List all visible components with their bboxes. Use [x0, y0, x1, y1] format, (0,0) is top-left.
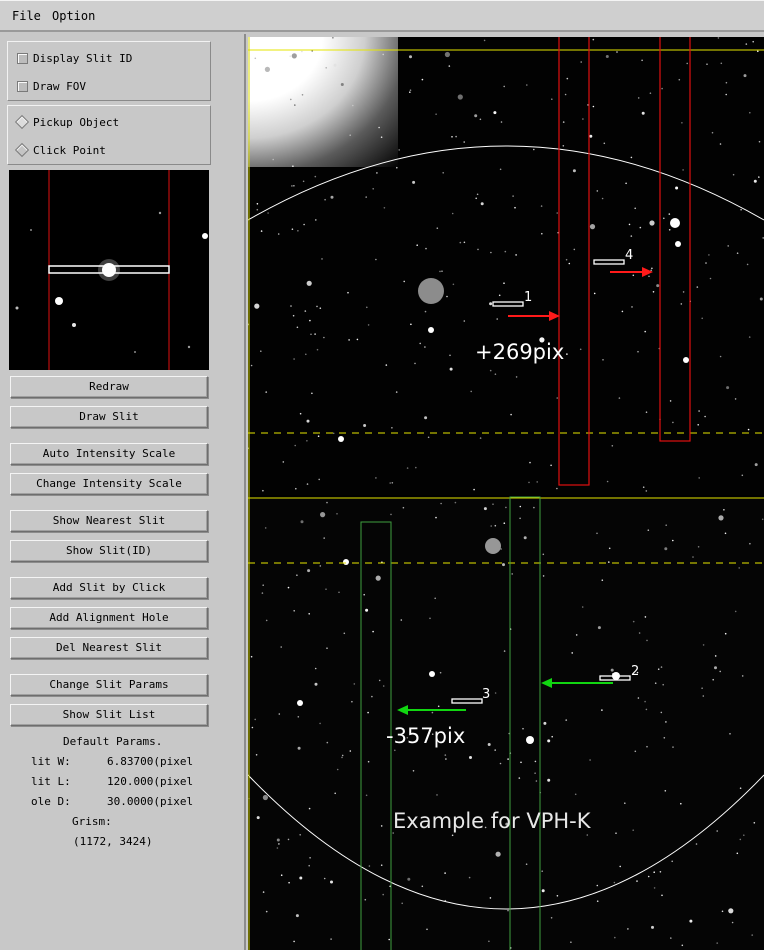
slit-marker-1[interactable] — [492, 301, 524, 307]
grism-value: (1172, 3424) — [73, 835, 153, 848]
zoom-preview-image — [15, 170, 208, 370]
fov-circle-upper — [248, 145, 764, 221]
param-value: 6.83700(pixel — [107, 755, 194, 768]
params-heading: Default Params. — [63, 735, 163, 748]
param-value: 30.0000(pixel — [107, 795, 194, 808]
slit-id-label: 4 — [625, 248, 634, 263]
zoom-preview[interactable] — [9, 170, 209, 370]
slit-footprint-4[interactable] — [659, 37, 691, 442]
checkbox-icon — [17, 52, 28, 64]
click-point-label: Click Point — [33, 143, 106, 157]
display-slit-id-checkbox[interactable]: Display Slit ID — [17, 50, 132, 66]
param-label: lit W: — [31, 755, 71, 768]
add-slit-by-click-button[interactable]: Add Slit by Click — [10, 577, 208, 599]
radio-icon — [14, 142, 30, 158]
slit-id-label: 3 — [482, 687, 491, 702]
shift-label-bottom: -357pix — [386, 724, 466, 748]
auto-intensity-scale-button[interactable]: Auto Intensity Scale — [10, 443, 208, 465]
change-slit-params-button[interactable]: Change Slit Params — [10, 674, 208, 696]
display-options: Display Slit ID Draw FOV — [7, 41, 211, 101]
draw-slit-button[interactable]: Draw Slit — [10, 406, 208, 428]
display-slit-id-label: Display Slit ID — [33, 51, 133, 65]
del-nearest-slit-button[interactable]: Del Nearest Slit — [10, 637, 208, 659]
param-value: 120.000(pixel — [107, 775, 194, 788]
checkbox-icon — [17, 80, 28, 92]
show-slit-id-button[interactable]: Show Slit(ID) — [10, 540, 208, 562]
slit-id-label: 2 — [631, 664, 640, 679]
add-alignment-hole-button[interactable]: Add Alignment Hole — [10, 607, 208, 629]
grism-label: Grism: — [72, 815, 112, 828]
click-point-radio[interactable]: Click Point — [14, 142, 106, 158]
image-view[interactable]: 1 4 2 3 +269pix -357pix Example for VPH-… — [248, 37, 764, 950]
shift-label-top: +269pix — [475, 340, 565, 364]
caption: Example for VPH-K — [393, 809, 591, 833]
radio-icon — [14, 114, 30, 130]
fov-circle-lower — [248, 774, 764, 910]
slit-marker-2[interactable] — [599, 675, 631, 681]
draw-fov-label: Draw FOV — [33, 79, 86, 93]
shift-arrow-icon — [610, 267, 653, 277]
show-nearest-slit-button[interactable]: Show Nearest Slit — [10, 510, 208, 532]
slit-marker-4[interactable] — [593, 259, 625, 265]
menu-file[interactable]: File — [12, 9, 41, 23]
slit-marker-3[interactable] — [451, 698, 483, 704]
slit-id-label: 1 — [524, 290, 533, 305]
menu-bar: File Option — [0, 0, 764, 32]
shift-arrow-icon — [397, 705, 466, 715]
redraw-button[interactable]: Redraw — [10, 376, 208, 398]
param-label: ole D: — [31, 795, 71, 808]
pick-mode-options: Pickup Object Click Point — [7, 105, 211, 165]
menu-option[interactable]: Option — [52, 9, 95, 23]
slit-footprint-2[interactable] — [509, 496, 541, 950]
pickup-object-radio[interactable]: Pickup Object — [14, 114, 120, 130]
slit-footprint-1[interactable] — [558, 37, 590, 486]
draw-fov-checkbox[interactable]: Draw FOV — [17, 78, 86, 94]
change-intensity-scale-button[interactable]: Change Intensity Scale — [10, 473, 208, 495]
control-panel: Display Slit ID Draw FOV Pickup Object C… — [0, 34, 246, 950]
shift-arrow-icon — [508, 311, 560, 321]
show-slit-list-button[interactable]: Show Slit List — [10, 704, 208, 726]
pickup-object-label: Pickup Object — [33, 115, 120, 129]
param-label: lit L: — [31, 775, 71, 788]
